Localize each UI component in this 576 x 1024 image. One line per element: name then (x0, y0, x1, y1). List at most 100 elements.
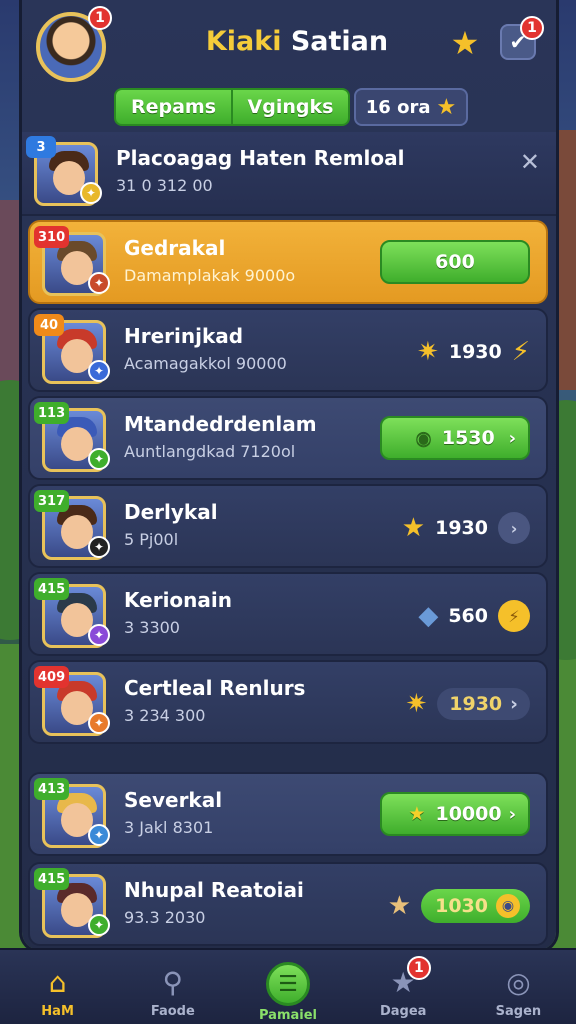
leaderboard-row[interactable]: 40 ✦ Hrerinjkad Acamagakkol 90000 ✷ 1930 ⚡ (28, 308, 548, 392)
treasure-icon: ✷ (405, 689, 428, 719)
nav-item-search[interactable]: ⚲ Faode (115, 950, 230, 1024)
target-icon: ◎ (506, 965, 531, 999)
rank-badge: 113 (34, 402, 70, 424)
reward-value: 1930 (435, 517, 488, 539)
star-icon: ★ (408, 803, 426, 825)
rank-badge: 3 (26, 136, 56, 158)
reward-pill[interactable]: 1930 › (437, 688, 530, 720)
reward-value: 1930 (449, 693, 503, 715)
avatar-notification-badge: 1 (88, 6, 112, 30)
target-icon: ◉ (496, 894, 520, 918)
chevron-right-icon[interactable]: › (498, 512, 530, 544)
leaderboard-row[interactable]: 415 ✦ Kerionain 3 3300 ◆ 560 ⚡ (28, 572, 548, 656)
leaderboard-row[interactable]: 310 ✦ Gedrakal Damamplakak 9000o 600 (28, 220, 548, 304)
class-badge-icon: ✦ (88, 360, 110, 382)
coin-count: 16 ora (365, 96, 431, 118)
player-name: Hrerinjkad (124, 324, 244, 348)
player-subtitle: Acamagakkol 90000 (124, 354, 287, 373)
class-badge-icon: ✦ (88, 448, 110, 470)
reward-display[interactable]: ★ 1030 ◉ (388, 888, 530, 924)
leaderboard-row[interactable]: 413 ✦ Severkal 3 Jakl 8301 ★ 10000 › (28, 772, 548, 856)
player-name: Kerionain (124, 588, 232, 612)
rank-badge: 409 (34, 666, 70, 688)
page-title: Kiaki Satian (172, 26, 422, 57)
nav-item-star[interactable]: ★ Dagea 1 (346, 950, 461, 1024)
rank-badge: 415 (34, 868, 70, 890)
crystal-icon: ◆ (418, 601, 439, 631)
rank-badge: 40 (34, 314, 64, 336)
star-icon: ★ (387, 891, 412, 921)
leaderboard-row[interactable]: 113 ✦ Mtandedrdenlam Auntlangdkad 7120ol ◉ 15… (28, 396, 548, 480)
leaderboard-row[interactable]: 317 ✦ Derlykal 5 Pj00l ★ 1930 › (28, 484, 548, 568)
header: 1 Kiaki Satian ★ ✔ 1 Repams Vgingks 16 o… (22, 0, 556, 130)
claim-button[interactable]: ★ 10000 › (380, 792, 530, 836)
nav-label: Faode (150, 1004, 195, 1019)
chevron-right-icon: › (508, 427, 516, 449)
nav-notification-badge: 1 (406, 956, 431, 980)
chevron-right-icon: › (508, 803, 516, 825)
reward-value: 560 (448, 605, 488, 627)
player-name: Severkal (124, 788, 223, 812)
search-icon: ⚲ (162, 965, 184, 999)
reward-pill[interactable]: 1030 ◉ (421, 889, 530, 923)
class-badge-icon: ✦ (88, 624, 110, 646)
class-badge-icon: ✦ (88, 824, 110, 846)
nav-label: Sagen (495, 1004, 542, 1019)
leaderboard-row[interactable]: 415 ✦ Nhupal Reatoiai 93.3 2030 ★ 1030 ◉ (28, 862, 548, 946)
coin-counter[interactable]: 16 ora ★ (354, 88, 468, 126)
reward-value: 1030 (435, 895, 488, 917)
leaderboard-row[interactable]: 3 ✦ Placoagag Haten Remloal 31 0 312 00 ✕ (22, 132, 556, 216)
nav-label: Dagea (379, 1004, 427, 1019)
chevron-right-icon: › (510, 693, 518, 715)
rank-badge: 413 (34, 778, 70, 800)
player-subtitle: 93.3 2030 (124, 908, 206, 927)
nav-item-menu[interactable]: ☰ Pamaiel (230, 950, 345, 1024)
reward-value: 1930 (448, 341, 502, 363)
nav-item-house[interactable]: ⌂ HaM (0, 950, 115, 1024)
class-badge-icon: ✦ (80, 182, 102, 204)
tab-bar: Repams Vgingks (114, 88, 350, 126)
star-icon: ★ (401, 513, 426, 543)
rank-badge: 317 (34, 490, 70, 512)
class-badge-icon: ✦ (88, 914, 110, 936)
player-name: Gedrakal (124, 236, 226, 260)
player-name: Mtandedrdenlam (124, 412, 317, 436)
player-name: Derlykal (124, 500, 218, 524)
player-name: Certleal Renlurs (124, 676, 306, 700)
tab-repams[interactable]: Repams (116, 90, 231, 124)
player-subtitle: 5 Pj00l (124, 530, 179, 549)
star-icon[interactable]: ★ (448, 26, 482, 60)
profile-avatar[interactable]: 1 (36, 6, 112, 82)
player-subtitle: Auntlangdkad 7120ol (124, 442, 296, 461)
leaderboard-panel: 1 Kiaki Satian ★ ✔ 1 Repams Vgingks 16 o… (22, 0, 556, 950)
player-name: Placoagag Haten Remloal (116, 146, 405, 170)
checklist-notification-badge: 1 (520, 16, 544, 40)
reward-display[interactable]: ✷ 1930 › (405, 686, 530, 722)
gem-icon: ◉ (415, 427, 432, 449)
reward-display[interactable]: ◆ 560 ⚡ (418, 598, 530, 634)
close-icon[interactable]: ✕ (520, 148, 540, 176)
player-subtitle: Damamplakak 9000o (124, 266, 296, 285)
player-name: Nhupal Reatoiai (124, 878, 304, 902)
title-part-2: Satian (290, 26, 389, 57)
leaderboard-row[interactable]: 409 ✦ Certleal Renlurs 3 234 300 ✷ 1930 › (28, 660, 548, 744)
nav-item-target[interactable]: ◎ Sagen (461, 950, 576, 1024)
claim-button-label: 600 (435, 251, 475, 273)
rank-badge: 415 (34, 578, 70, 600)
claim-button[interactable]: ◉ 1530 › (380, 416, 530, 460)
bolt-icon[interactable]: ⚡ (498, 600, 530, 632)
reward-display[interactable]: ✷ 1930 ⚡ (417, 334, 530, 370)
checklist-button[interactable]: ✔ 1 (500, 16, 544, 60)
reward-display[interactable]: ★ 1930 › (402, 510, 530, 546)
class-badge-icon: ✦ (88, 712, 110, 734)
coin-star-icon: ★ (436, 94, 457, 120)
class-badge-icon: ✦ (88, 536, 110, 558)
lightning-icon: ⚡ (511, 337, 530, 367)
tab-vgingks[interactable]: Vgingks (231, 90, 348, 124)
claim-button-label: 1530 (441, 427, 495, 449)
player-subtitle: 31 0 312 00 (116, 176, 213, 195)
treasure-icon: ✷ (417, 337, 439, 367)
nav-label: Pamaiel (259, 1008, 317, 1023)
claim-button[interactable]: 600 (380, 240, 530, 284)
player-subtitle: 3 3300 (124, 618, 180, 637)
